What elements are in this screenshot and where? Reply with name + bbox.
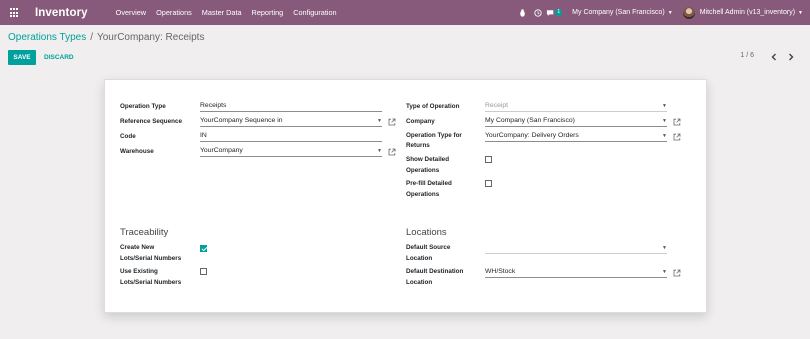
- user-name: Mitchell Admin (v13_inventory): [699, 9, 796, 16]
- external-link-icon[interactable]: [673, 118, 681, 126]
- type-of-operation-value: Receipt: [485, 102, 509, 109]
- reference-sequence-value: YourCompany Sequence in: [200, 117, 283, 124]
- traceability-title: Traceability: [120, 227, 169, 238]
- caret-down-icon: ▼: [662, 133, 667, 139]
- type-of-operation-label: Type of Operation: [406, 103, 460, 110]
- company-switcher[interactable]: My Company (San Francisco) ▼: [572, 9, 673, 16]
- avatar: [682, 6, 695, 19]
- return-type-value: YourCompany: Delivery Orders: [485, 132, 579, 139]
- external-link-icon[interactable]: [388, 118, 396, 126]
- use-existing-label: Use Existing Lots/Serial Numbers: [120, 267, 181, 288]
- return-type-label-line2: Returns: [406, 141, 430, 149]
- company-label: Company: [406, 118, 435, 125]
- use-existing-label-line1: Use Existing: [120, 268, 158, 275]
- show-detailed-label-line2: Operations: [406, 166, 440, 174]
- caret-down-icon: ▼: [798, 9, 803, 16]
- default-source-select[interactable]: ▼: [485, 243, 667, 254]
- navbar-systray: 1 My Company (San Francisco) ▼ Mitchell …: [514, 0, 810, 25]
- menu-configuration[interactable]: Configuration: [288, 0, 341, 25]
- create-lots-label-line1: Create New: [120, 244, 155, 251]
- breadcrumb-current: YourCompany: Receipts: [96, 32, 205, 43]
- create-lots-checkbox[interactable]: [200, 245, 207, 252]
- company-name: My Company (San Francisco): [572, 9, 665, 16]
- external-link-icon[interactable]: [673, 269, 681, 277]
- top-navbar: Inventory Overview Operations Master Dat…: [0, 0, 810, 25]
- pager-value[interactable]: 1 / 6: [740, 52, 754, 59]
- default-source-label: Default Source Location: [406, 243, 450, 264]
- warehouse-value: YourCompany: [200, 147, 243, 154]
- breadcrumb-parent[interactable]: Operations Types: [8, 32, 86, 43]
- chevron-left-icon[interactable]: [768, 50, 780, 63]
- locations-title: Locations: [406, 227, 447, 238]
- bug-icon[interactable]: [514, 0, 530, 25]
- menu-reporting[interactable]: Reporting: [247, 0, 289, 25]
- default-destination-label-line1: Default Destination: [406, 268, 464, 275]
- default-destination-label-line2: Location: [406, 278, 433, 286]
- create-lots-label: Create New Lots/Serial Numbers: [120, 243, 181, 264]
- reference-sequence-label: Reference Sequence: [120, 118, 182, 125]
- default-destination-select[interactable]: WH/Stock ▼: [485, 267, 667, 278]
- chevron-right-icon[interactable]: [785, 50, 797, 63]
- messaging-icon[interactable]: 1: [546, 0, 563, 25]
- default-source-label-line1: Default Source: [406, 244, 451, 251]
- user-menu[interactable]: Mitchell Admin (v13_inventory) ▼: [682, 6, 803, 19]
- menu-operations[interactable]: Operations: [151, 0, 197, 25]
- external-link-icon[interactable]: [673, 133, 681, 141]
- use-existing-label-line2: Lots/Serial Numbers: [120, 278, 182, 286]
- breadcrumb-separator: /: [90, 32, 93, 43]
- breadcrumb: Operations Types / YourCompany: Receipts: [8, 32, 204, 43]
- caret-down-icon: ▼: [662, 245, 667, 251]
- caret-down-icon: ▼: [662, 103, 667, 109]
- caret-down-icon: ▼: [377, 118, 382, 124]
- menu-overview[interactable]: Overview: [111, 0, 151, 25]
- return-type-label-line1: Operation Type for: [406, 132, 462, 139]
- default-destination-value: WH/Stock: [485, 268, 516, 275]
- prefill-detailed-checkbox[interactable]: [485, 180, 492, 187]
- show-detailed-label: Show Detailed Operations: [406, 155, 449, 176]
- warehouse-select[interactable]: YourCompany ▼: [200, 146, 382, 157]
- reference-sequence-select[interactable]: YourCompany Sequence in ▼: [200, 116, 382, 127]
- save-button[interactable]: SAVE: [8, 50, 36, 65]
- prefill-detailed-label-line1: Pre-fill Detailed: [406, 180, 452, 187]
- code-input[interactable]: IN: [200, 131, 382, 142]
- app-title[interactable]: Inventory: [35, 7, 88, 19]
- default-destination-label: Default Destination Location: [406, 267, 463, 288]
- main-menu: Overview Operations Master Data Reportin…: [111, 0, 342, 25]
- apps-menu-icon[interactable]: [0, 0, 28, 25]
- menu-master-data[interactable]: Master Data: [197, 0, 247, 25]
- use-existing-checkbox[interactable]: [200, 268, 207, 275]
- message-count-badge: 1: [555, 9, 563, 16]
- company-select[interactable]: My Company (San Francisco) ▼: [485, 116, 667, 127]
- form-sheet: Operation Type Receipts Reference Sequen…: [104, 79, 707, 313]
- warehouse-label: Warehouse: [120, 148, 154, 155]
- show-detailed-checkbox[interactable]: [485, 156, 492, 163]
- show-detailed-label-line1: Show Detailed: [406, 156, 450, 163]
- return-type-select[interactable]: YourCompany: Delivery Orders ▼: [485, 131, 667, 142]
- prefill-detailed-label-line2: Operations: [406, 190, 440, 198]
- operation-type-input[interactable]: Receipts: [200, 101, 382, 112]
- prefill-detailed-label: Pre-fill Detailed Operations: [406, 179, 452, 200]
- create-lots-label-line2: Lots/Serial Numbers: [120, 254, 182, 262]
- caret-down-icon: ▼: [667, 9, 673, 16]
- operation-type-label: Operation Type: [120, 103, 166, 110]
- company-value: My Company (San Francisco): [485, 117, 575, 124]
- discard-button[interactable]: DISCARD: [44, 50, 74, 65]
- caret-down-icon: ▼: [662, 118, 667, 124]
- caret-down-icon: ▼: [377, 148, 382, 154]
- type-of-operation-select[interactable]: Receipt ▼: [485, 101, 667, 112]
- caret-down-icon: ▼: [662, 269, 667, 275]
- return-type-label: Operation Type for Returns: [406, 131, 462, 150]
- external-link-icon[interactable]: [388, 148, 396, 156]
- code-label: Code: [120, 133, 136, 140]
- default-source-label-line2: Location: [406, 254, 433, 262]
- clock-icon[interactable]: [530, 0, 546, 25]
